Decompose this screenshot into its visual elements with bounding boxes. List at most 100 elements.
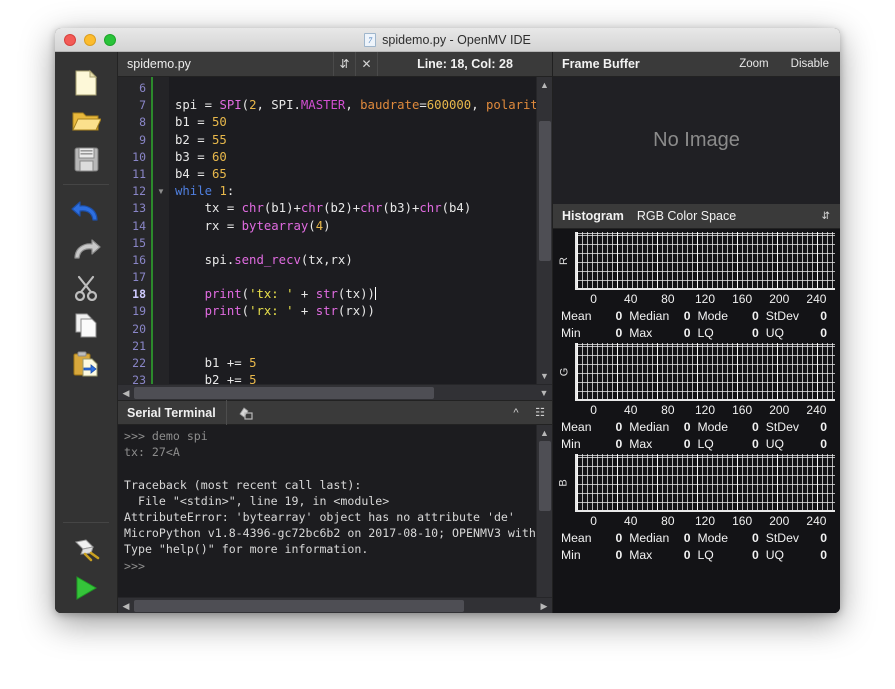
- serial-hscroll-track[interactable]: [134, 598, 536, 614]
- code-line[interactable]: b2 = 55: [169, 132, 552, 149]
- axis-tick: 120: [694, 514, 715, 528]
- undo-icon[interactable]: [66, 193, 106, 231]
- serial-terminal-body[interactable]: >>> demo spi tx: 27<A Traceback (most rec…: [118, 425, 552, 613]
- line-number-gutter: 678910111213141516171819202122232425: [118, 77, 151, 384]
- fold-slot: [153, 338, 169, 355]
- stat-label: LQ: [697, 326, 714, 340]
- code-line[interactable]: b4 = 65: [169, 166, 552, 183]
- frame-buffer-zoom-button[interactable]: Zoom: [728, 58, 779, 70]
- chevron-down-icon[interactable]: ▼: [537, 368, 553, 384]
- histogram-colorspace-select[interactable]: RGB Color Space: [624, 209, 736, 223]
- fold-slot: [153, 355, 169, 372]
- serial-line: >>>: [124, 558, 145, 573]
- stat-value: 0: [820, 420, 827, 434]
- chevron-up-icon[interactable]: ▲: [537, 77, 553, 93]
- close-icon[interactable]: ✕: [355, 52, 377, 76]
- stat-label: Min: [561, 437, 581, 451]
- popout-icon[interactable]: ☷: [528, 406, 552, 419]
- window-title-group: 7 spidemo.py - OpenMV IDE: [55, 28, 840, 52]
- stat-value: 0: [615, 309, 623, 323]
- editor-tab-spidemo[interactable]: spidemo.py: [118, 52, 333, 76]
- code-line[interactable]: spi.send_recv(tx,rx): [169, 252, 552, 269]
- axis-tick: 160: [732, 292, 753, 306]
- fold-margin[interactable]: ▼: [151, 77, 169, 384]
- paste-icon[interactable]: [66, 345, 106, 383]
- code-line[interactable]: tx = chr(b1)+chr(b2)+chr(b3)+chr(b4): [169, 200, 552, 217]
- code-editor[interactable]: 678910111213141516171819202122232425 ▼ s…: [118, 77, 552, 384]
- chevron-right-icon[interactable]: ▶: [536, 598, 552, 614]
- chevron-right-icon[interactable]: ▼: [536, 385, 552, 401]
- editor-vscroll-thumb[interactable]: [538, 121, 551, 261]
- axis-tick: 0: [590, 403, 597, 417]
- code-line[interactable]: b1 = 50: [169, 114, 552, 131]
- serial-hscroll-thumb[interactable]: [134, 599, 464, 612]
- axis-tick: 40: [624, 292, 638, 306]
- stat-value: 0: [683, 326, 691, 340]
- serial-vscroll-track[interactable]: [537, 441, 553, 597]
- fold-slot: [153, 114, 169, 131]
- chevron-up-icon[interactable]: ▲: [537, 425, 553, 441]
- save-file-icon[interactable]: [66, 140, 106, 178]
- run-icon[interactable]: [66, 569, 106, 607]
- cut-icon[interactable]: [66, 269, 106, 307]
- histogram-plot-row: G: [553, 343, 840, 401]
- axis-tick: 160: [732, 514, 753, 528]
- clear-terminal-icon[interactable]: [225, 400, 255, 425]
- line-number: 7: [139, 98, 146, 113]
- fold-slot: [153, 149, 169, 166]
- serial-line: >>> demo spi: [124, 429, 208, 443]
- serial-vscroll-thumb[interactable]: [538, 441, 551, 511]
- redo-icon[interactable]: [66, 231, 106, 269]
- up-down-arrows-icon[interactable]: ⇵: [333, 52, 355, 76]
- code-line[interactable]: [169, 269, 552, 286]
- stat-label: Max: [629, 326, 653, 340]
- code-line[interactable]: b3 = 60: [169, 149, 552, 166]
- code-line[interactable]: b1 += 5: [169, 355, 552, 372]
- code-line[interactable]: [169, 338, 552, 355]
- editor-vertical-scrollbar[interactable]: ▲ ▼: [536, 77, 552, 384]
- chevron-left-icon[interactable]: ◀: [118, 385, 134, 401]
- code-line[interactable]: print('tx: ' + str(tx)): [169, 286, 552, 303]
- chevron-up-icon[interactable]: ^: [504, 407, 528, 419]
- fold-toggle-icon[interactable]: ▼: [153, 183, 169, 200]
- new-file-icon[interactable]: [66, 64, 106, 102]
- stat-label: UQ: [765, 326, 785, 340]
- serial-line: tx: 27<A: [124, 445, 180, 460]
- editor-vscroll-track[interactable]: [537, 93, 553, 368]
- open-file-icon[interactable]: [66, 102, 106, 140]
- line-number: 17: [132, 270, 146, 285]
- editor-horizontal-scrollbar[interactable]: ◀ ▼: [118, 384, 552, 400]
- histogram-stats-row: Mean 0 Median 0 Mode 0 StDev 0: [553, 528, 840, 545]
- code-line[interactable]: rx = bytearray(4): [169, 218, 552, 235]
- stat-label: StDev: [765, 420, 799, 434]
- line-number: 22: [132, 356, 146, 370]
- close-button[interactable]: [64, 33, 76, 46]
- histogram-stat-mode: Mode 0: [698, 309, 766, 323]
- line-number: 8: [139, 115, 146, 130]
- serial-horizontal-scrollbar[interactable]: ◀ ▶: [118, 597, 552, 613]
- stat-value: 0: [751, 309, 759, 323]
- editor-hscroll-thumb[interactable]: [134, 386, 434, 399]
- code-line[interactable]: [169, 321, 552, 338]
- code-line[interactable]: spi = SPI(2, SPI.MASTER, baudrate=600000…: [169, 97, 552, 114]
- histogram-stat-lq: LQ 0: [698, 437, 766, 451]
- stat-label: Mean: [561, 420, 592, 434]
- code-text[interactable]: spi = SPI(2, SPI.MASTER, baudrate=600000…: [169, 77, 552, 384]
- up-down-arrows-icon[interactable]: ⇵: [822, 211, 840, 222]
- code-line[interactable]: b2 += 5: [169, 372, 552, 384]
- copy-icon[interactable]: [66, 307, 106, 345]
- chevron-left-icon[interactable]: ◀: [118, 598, 134, 614]
- code-line[interactable]: print('rx: ' + str(rx)): [169, 303, 552, 320]
- maximize-button[interactable]: [104, 33, 116, 46]
- frame-buffer-disable-button[interactable]: Disable: [780, 58, 840, 70]
- code-line[interactable]: [169, 80, 552, 97]
- frame-buffer-view[interactable]: No Image: [553, 77, 840, 204]
- histogram-stat-median: Median 0: [629, 420, 697, 434]
- code-line[interactable]: [169, 235, 552, 252]
- connect-icon[interactable]: [66, 531, 106, 569]
- stat-label: Mode: [697, 309, 729, 323]
- code-line[interactable]: while 1:: [169, 183, 552, 200]
- minimize-button[interactable]: [84, 33, 96, 46]
- editor-hscroll-track[interactable]: [134, 385, 536, 401]
- serial-vertical-scrollbar[interactable]: ▲ ▼: [536, 425, 552, 613]
